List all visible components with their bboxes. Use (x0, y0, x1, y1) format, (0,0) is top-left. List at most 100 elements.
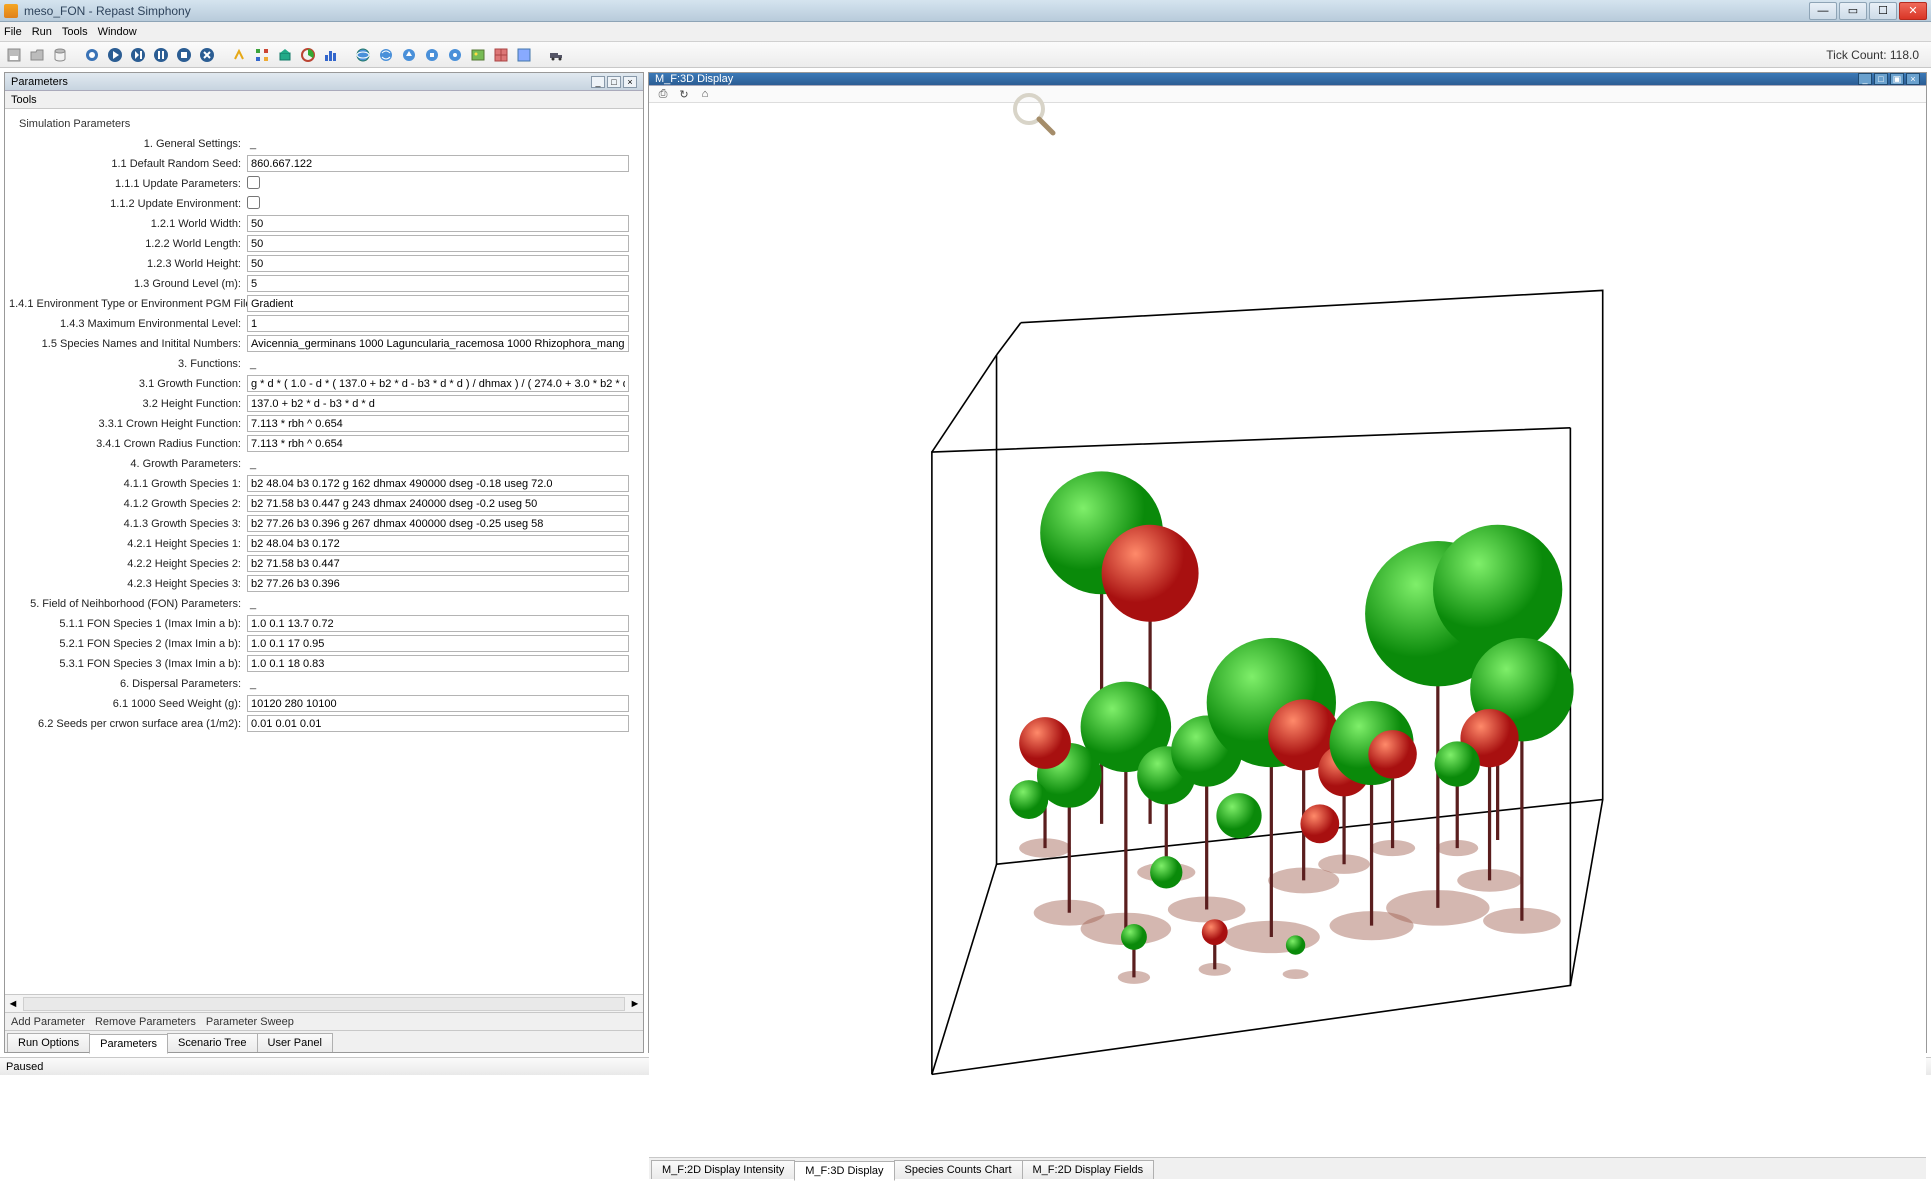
menu-tools[interactable]: Tools (62, 26, 88, 38)
param-value[interactable] (247, 295, 629, 312)
param-input[interactable] (247, 415, 629, 432)
tab-scenario-tree[interactable]: Scenario Tree (167, 1033, 257, 1052)
param-input[interactable] (247, 475, 629, 492)
menu-window[interactable]: Window (98, 26, 137, 38)
image-icon[interactable] (468, 45, 488, 65)
camera-icon[interactable]: ⎙ (655, 86, 671, 102)
param-input[interactable] (247, 495, 629, 512)
param-checkbox[interactable] (247, 176, 260, 189)
param-value[interactable] (247, 335, 629, 352)
tools-label[interactable]: Tools (5, 91, 643, 109)
param-value[interactable] (247, 695, 629, 712)
export-icon[interactable] (399, 45, 419, 65)
close-button[interactable]: ✕ (1899, 2, 1927, 20)
param-input[interactable] (247, 695, 629, 712)
param-value[interactable] (247, 535, 629, 552)
param-input[interactable] (247, 395, 629, 412)
database-icon[interactable] (50, 45, 70, 65)
param-input[interactable] (247, 155, 629, 172)
chart-wizard-icon[interactable] (229, 45, 249, 65)
reset-icon[interactable] (197, 45, 217, 65)
parameter-sweep-link[interactable]: Parameter Sweep (206, 1016, 294, 1028)
parameters-scroll[interactable]: Simulation Parameters 1. General Setting… (5, 109, 643, 994)
param-input[interactable] (247, 275, 629, 292)
param-value[interactable] (247, 515, 629, 532)
display-close-icon[interactable]: × (1906, 73, 1920, 85)
init-icon[interactable] (82, 45, 102, 65)
param-value[interactable] (247, 575, 629, 592)
param-value[interactable] (247, 235, 629, 252)
tab-2d-fields[interactable]: M_F:2D Display Fields (1022, 1160, 1155, 1179)
param-input[interactable] (247, 295, 629, 312)
menu-file[interactable]: File (4, 26, 22, 38)
param-value[interactable] (247, 255, 629, 272)
param-input[interactable] (247, 535, 629, 552)
param-value[interactable] (247, 635, 629, 652)
display-minimize-icon[interactable]: _ (1858, 73, 1872, 85)
tab-species-counts[interactable]: Species Counts Chart (894, 1160, 1023, 1179)
param-input[interactable] (247, 635, 629, 652)
param-value[interactable] (247, 655, 629, 672)
tab-3d-display[interactable]: M_F:3D Display (794, 1161, 894, 1181)
param-value[interactable] (247, 555, 629, 572)
tab-user-panel[interactable]: User Panel (257, 1033, 333, 1052)
param-input[interactable] (247, 435, 629, 452)
param-input[interactable] (247, 575, 629, 592)
param-input[interactable] (247, 215, 629, 232)
param-checkbox[interactable] (247, 196, 260, 209)
truck-icon[interactable] (546, 45, 566, 65)
menu-run[interactable]: Run (32, 26, 52, 38)
tab-run-options[interactable]: Run Options (7, 1033, 90, 1052)
param-value[interactable] (247, 215, 629, 232)
param-value[interactable] (247, 196, 629, 212)
remove-parameters-link[interactable]: Remove Parameters (95, 1016, 196, 1028)
histogram-icon[interactable] (321, 45, 341, 65)
param-input[interactable] (247, 555, 629, 572)
refresh-icon[interactable]: ↻ (676, 86, 692, 102)
pause-icon[interactable] (151, 45, 171, 65)
param-value[interactable] (247, 176, 629, 192)
save-icon[interactable] (4, 45, 24, 65)
param-input[interactable] (247, 335, 629, 352)
grid-icon[interactable] (491, 45, 511, 65)
param-value[interactable] (247, 475, 629, 492)
stop-icon[interactable] (174, 45, 194, 65)
param-input[interactable] (247, 715, 629, 732)
param-input[interactable] (247, 315, 629, 332)
data-set-icon[interactable] (252, 45, 272, 65)
param-value[interactable] (247, 275, 629, 292)
play-icon[interactable] (105, 45, 125, 65)
chart-icon[interactable] (298, 45, 318, 65)
param-input[interactable] (247, 255, 629, 272)
param-value[interactable] (247, 435, 629, 452)
home-icon[interactable]: ⌂ (697, 86, 713, 102)
param-value[interactable] (247, 315, 629, 332)
net-icon[interactable] (422, 45, 442, 65)
agent-icon[interactable] (514, 45, 534, 65)
param-value[interactable] (247, 495, 629, 512)
minimize-button[interactable]: — (1809, 2, 1837, 20)
text-sink-icon[interactable] (275, 45, 295, 65)
param-value[interactable] (247, 155, 629, 172)
param-input[interactable] (247, 615, 629, 632)
param-value[interactable] (247, 375, 629, 392)
param-value[interactable] (247, 395, 629, 412)
param-value[interactable] (247, 615, 629, 632)
param-input[interactable] (247, 375, 629, 392)
scroll-right-icon[interactable]: ► (627, 998, 643, 1010)
world-icon[interactable] (376, 45, 396, 65)
maximize-button[interactable]: ☐ (1869, 2, 1897, 20)
panel-maximize-icon[interactable]: □ (607, 76, 621, 88)
param-input[interactable] (247, 515, 629, 532)
display-detach-icon[interactable]: ▣ (1890, 73, 1904, 85)
restore-button[interactable]: ▭ (1839, 2, 1867, 20)
horizontal-scrollbar[interactable]: ◄ ► (5, 994, 643, 1012)
panel-minimize-icon[interactable]: _ (591, 76, 605, 88)
scroll-track[interactable] (23, 997, 625, 1011)
param-value[interactable] (247, 715, 629, 732)
param-input[interactable] (247, 655, 629, 672)
step-icon[interactable] (128, 45, 148, 65)
scroll-left-icon[interactable]: ◄ (5, 998, 21, 1010)
tab-parameters[interactable]: Parameters (89, 1034, 168, 1054)
cloud-icon[interactable] (445, 45, 465, 65)
